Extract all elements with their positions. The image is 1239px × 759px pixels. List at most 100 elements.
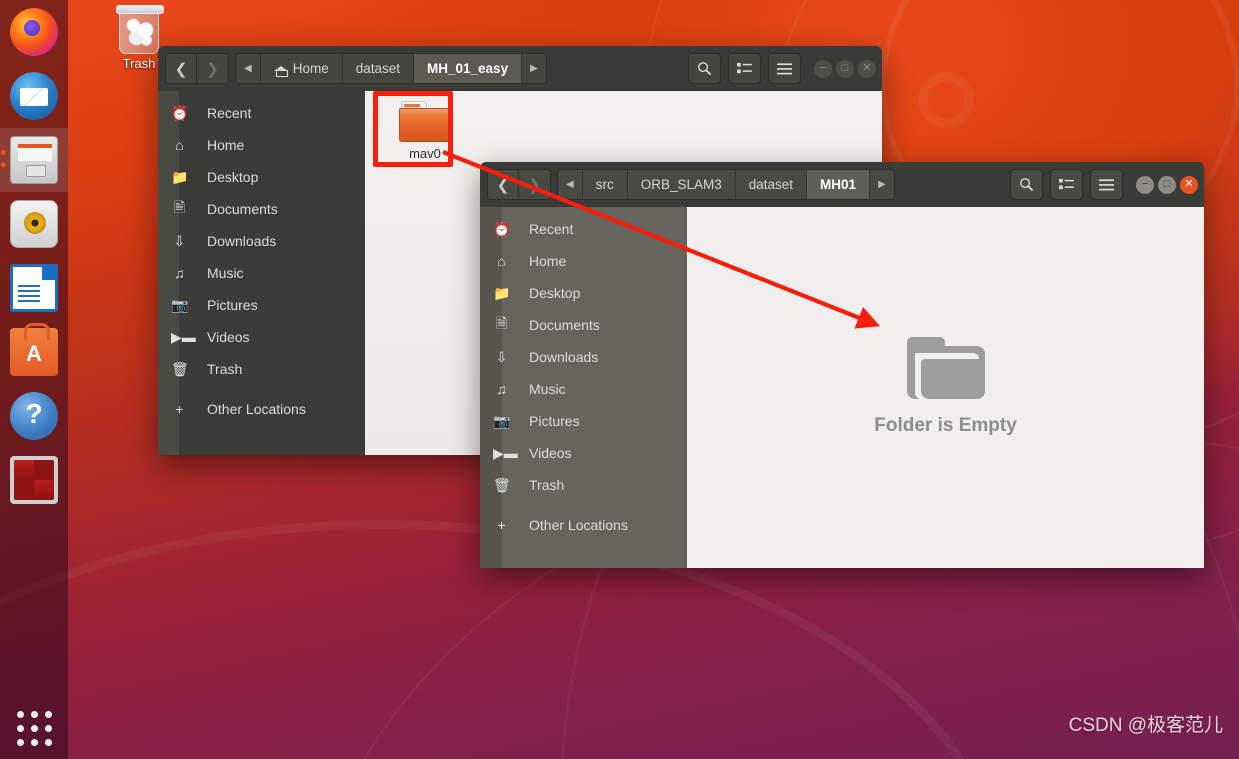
watermark: CSDN @极客范儿	[1068, 715, 1223, 736]
sidebar-item-label: Home	[529, 253, 567, 269]
sidebar-item-label: Documents	[529, 317, 600, 333]
terminal-icon	[10, 456, 58, 504]
sidebar-item-documents[interactable]: 🗎 Documents	[158, 193, 365, 225]
trash-icon: 🗑	[493, 476, 511, 493]
launcher-item-rhythmbox[interactable]	[0, 192, 68, 256]
sidebar-item-desktop[interactable]: 📁 Desktop	[480, 277, 687, 309]
maximize-button[interactable]: □	[1158, 175, 1176, 194]
breadcrumb-item-orbslam3[interactable]: ORB_SLAM3	[627, 170, 736, 199]
sidebar-item-label: Other Locations	[207, 401, 306, 417]
launcher-item-help[interactable]	[0, 384, 68, 448]
file-list-area[interactable]: Folder is Empty	[687, 207, 1204, 568]
launcher-item-terminal[interactable]	[0, 448, 68, 512]
sidebar-item-trash[interactable]: 🗑 Trash	[480, 469, 687, 501]
wallpaper-ring	[918, 72, 974, 128]
window-header: ❮ ❯ ◀ src ORB_SLAM3 dataset MH01 ▶ − □ ✕	[480, 162, 1204, 207]
hamburger-menu-icon[interactable]	[768, 53, 801, 84]
back-button[interactable]: ❮	[487, 169, 519, 200]
sidebar-item-label: Recent	[529, 221, 574, 237]
window-header: ❮ ❯ ◀ Home dataset MH_01_easy ▶ − □ ✕	[158, 46, 882, 91]
view-options-icon[interactable]	[1050, 169, 1083, 200]
breadcrumb-label: Home	[292, 61, 329, 76]
maximize-button[interactable]: □	[836, 59, 854, 78]
sidebar-item-music[interactable]: ♫ Music	[480, 373, 687, 405]
video-icon: ▶▬	[493, 444, 518, 461]
sidebar-item-label: Home	[207, 137, 245, 153]
sidebar-item-documents[interactable]: 🗎 Documents	[480, 309, 687, 341]
music-note-icon: ♫	[496, 381, 507, 397]
clock-icon: ⏰	[171, 104, 189, 121]
sidebar-item-pictures[interactable]: 📷 Pictures	[480, 405, 687, 437]
navigation-buttons: ❮ ❯	[165, 53, 229, 84]
breadcrumb: ◀ src ORB_SLAM3 dataset MH01 ▶	[557, 169, 895, 200]
close-button[interactable]: ✕	[858, 59, 876, 78]
sidebar-item-home[interactable]: ⌂ Home	[480, 245, 687, 277]
launcher-item-libreoffice-writer[interactable]	[0, 256, 68, 320]
sidebar-item-recent[interactable]: ⏰ Recent	[480, 213, 687, 245]
folder-icon: 📁	[171, 168, 189, 185]
sidebar-item-recent[interactable]: ⏰ Recent	[158, 97, 365, 129]
breadcrumb-item-home[interactable]: Home	[260, 54, 343, 83]
forward-button[interactable]: ❯	[519, 169, 551, 200]
breadcrumb-scroll-left[interactable]: ◀	[558, 170, 583, 199]
sidebar-item-desktop[interactable]: 📁 Desktop	[158, 161, 365, 193]
help-icon	[10, 392, 58, 440]
view-options-icon[interactable]	[728, 53, 761, 84]
breadcrumb-item-current[interactable]: MH_01_easy	[414, 54, 523, 83]
plus-icon: +	[497, 517, 506, 533]
sidebar-item-trash[interactable]: 🗑 Trash	[158, 353, 365, 385]
empty-folder-state: Folder is Empty	[687, 337, 1204, 437]
sidebar-item-home[interactable]: ⌂ Home	[158, 129, 365, 161]
sidebar-item-other-locations[interactable]: + Other Locations	[480, 509, 687, 541]
sidebar-item-videos[interactable]: ▶▬ Videos	[158, 321, 365, 353]
hamburger-menu-icon[interactable]	[1090, 169, 1123, 200]
sidebar-item-label: Desktop	[207, 169, 259, 185]
breadcrumb-scroll-right[interactable]: ▶	[522, 54, 546, 83]
sidebar-item-label: Recent	[207, 105, 252, 121]
breadcrumb-scroll-right[interactable]: ▶	[870, 170, 894, 199]
home-icon	[273, 62, 288, 77]
breadcrumb-item-dataset[interactable]: dataset	[735, 170, 808, 199]
document-icon: 🗎	[173, 199, 186, 215]
search-icon[interactable]	[1010, 169, 1043, 200]
selection-highlight-box	[373, 91, 453, 167]
breadcrumb-scroll-left[interactable]: ◀	[236, 54, 261, 83]
back-button[interactable]: ❮	[165, 53, 197, 84]
sidebar-item-label: Downloads	[207, 233, 277, 249]
sidebar-item-label: Trash	[207, 361, 243, 377]
document-icon: 🗎	[495, 315, 508, 331]
breadcrumb-item-current[interactable]: MH01	[807, 170, 871, 199]
close-button[interactable]: ✕	[1180, 175, 1198, 194]
ubuntu-software-icon	[10, 323, 58, 376]
sidebar-item-other-locations[interactable]: + Other Locations	[158, 393, 365, 425]
forward-button[interactable]: ❯	[197, 53, 229, 84]
breadcrumb-item-src[interactable]: src	[582, 170, 628, 199]
breadcrumb: ◀ Home dataset MH_01_easy ▶	[235, 53, 547, 84]
rhythmbox-icon	[10, 200, 58, 248]
launcher-item-thunderbird[interactable]	[0, 64, 68, 128]
show-applications-button[interactable]	[0, 697, 68, 759]
files-icon	[10, 136, 58, 184]
sidebar-item-pictures[interactable]: 📷 Pictures	[158, 289, 365, 321]
navigation-buttons: ❮ ❯	[487, 169, 551, 200]
breadcrumb-item-dataset[interactable]: dataset	[342, 54, 415, 83]
minimize-button[interactable]: −	[814, 59, 832, 78]
window-body: ⏰ Recent ⌂ Home 📁 Desktop 🗎 Documents ⇩ …	[480, 207, 1204, 568]
sidebar-item-label: Trash	[529, 477, 565, 493]
plus-icon: +	[175, 401, 184, 417]
sidebar-item-downloads[interactable]: ⇩ Downloads	[480, 341, 687, 373]
file-manager-window-destination[interactable]: ❮ ❯ ◀ src ORB_SLAM3 dataset MH01 ▶ − □ ✕	[480, 162, 1204, 568]
sidebar-item-videos[interactable]: ▶▬ Videos	[480, 437, 687, 469]
launcher-item-ubuntu-software[interactable]	[0, 320, 68, 384]
sidebar-item-music[interactable]: ♫ Music	[158, 257, 365, 289]
sidebar-item-label: Downloads	[529, 349, 599, 365]
minimize-button[interactable]: −	[1136, 175, 1154, 194]
home-icon: ⌂	[175, 137, 184, 153]
thunderbird-icon	[10, 72, 58, 120]
sidebar-item-downloads[interactable]: ⇩ Downloads	[158, 225, 365, 257]
launcher-item-firefox[interactable]	[0, 0, 68, 64]
sidebar-item-label: Music	[529, 381, 566, 397]
window-controls: − □ ✕	[814, 59, 876, 78]
launcher-item-files[interactable]	[0, 128, 68, 192]
search-icon[interactable]	[688, 53, 721, 84]
